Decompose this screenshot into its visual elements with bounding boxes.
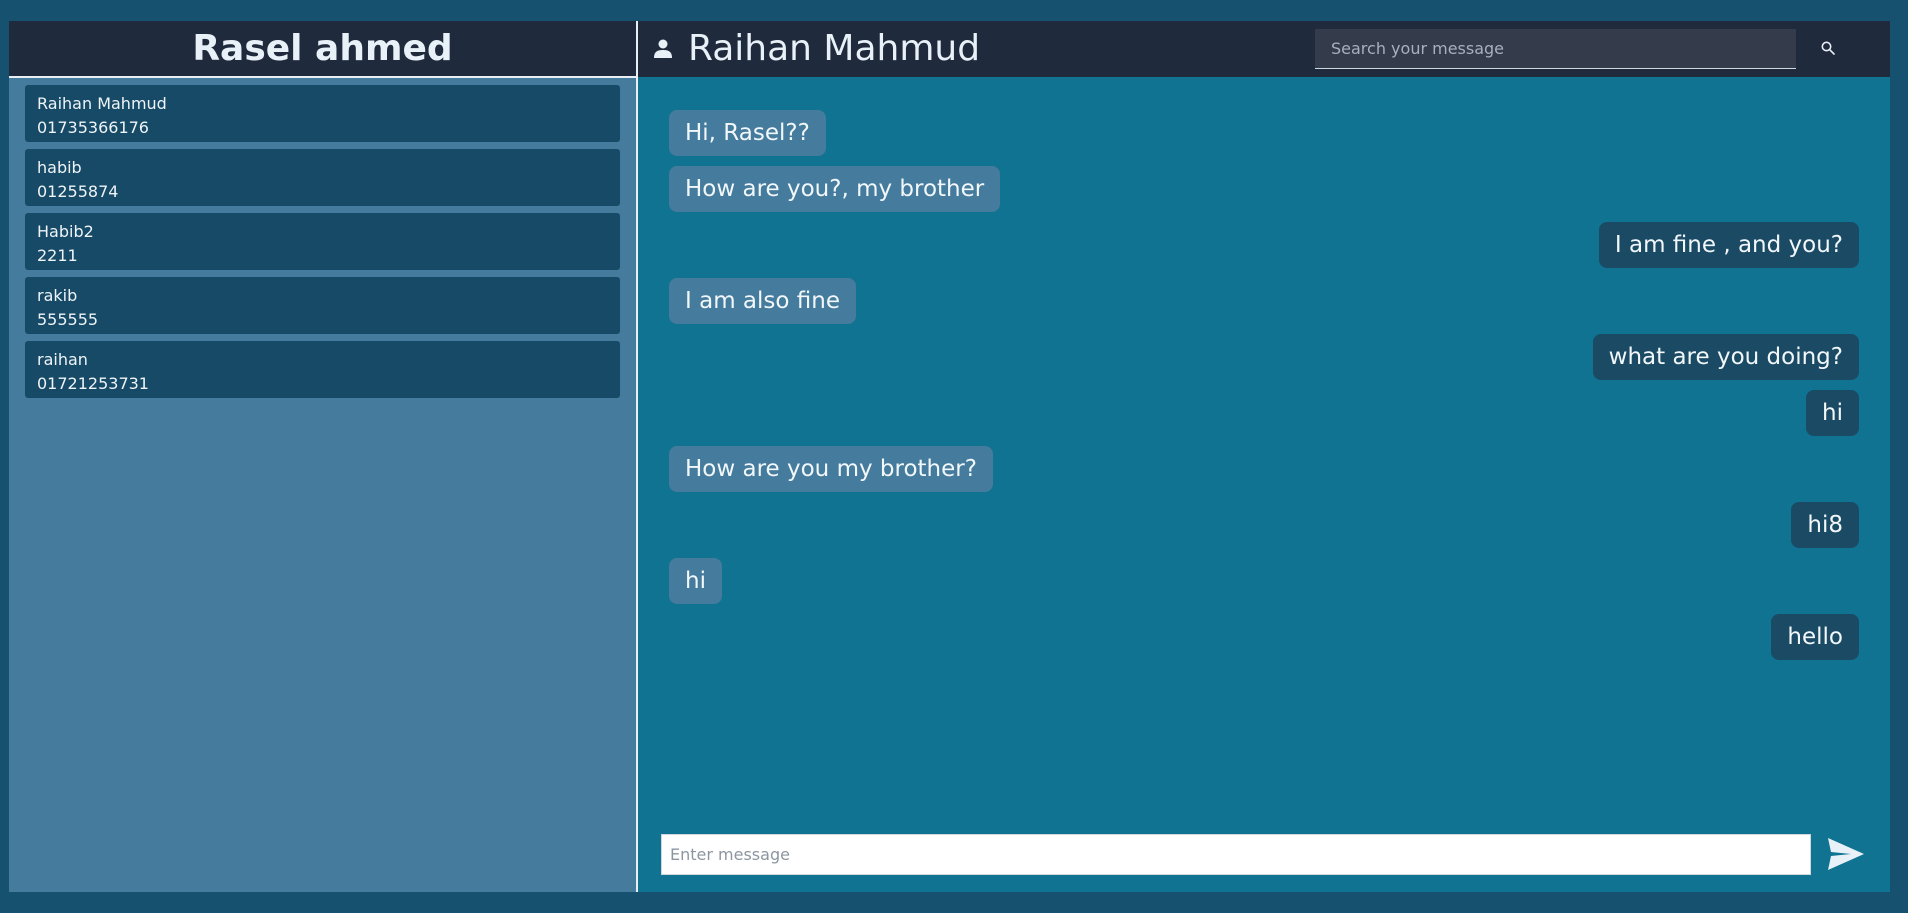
message-bubble-outgoing: I am fine , and you? [1598, 222, 1859, 268]
contact-item[interactable]: habib 01255874 [25, 149, 620, 206]
message-bubble-outgoing: hi [1806, 390, 1859, 436]
message-bubble-outgoing: hi8 [1791, 502, 1859, 548]
contact-phone: 555555 [37, 310, 99, 329]
message-bubble-incoming: How are you my brother? [669, 446, 993, 492]
message-composer [638, 834, 1890, 875]
current-user-name: Rasel ahmed [192, 28, 453, 69]
message-bubble-incoming: hi [669, 558, 722, 604]
message-bubble-incoming: How are you?, my brother [669, 166, 1001, 212]
search-icon [1821, 41, 1835, 55]
contact-name: habib [37, 158, 82, 177]
contact-item[interactable]: Raihan Mahmud 01735366176 [25, 85, 620, 142]
send-icon [1828, 838, 1864, 870]
contact-name: rakib [37, 286, 78, 305]
message-input[interactable] [661, 834, 1811, 875]
contact-name: Raihan Mahmud [37, 94, 167, 113]
message-bubble-incoming: Hi, Rasel?? [669, 110, 826, 156]
user-header: Rasel ahmed [9, 21, 636, 78]
chat-app: Rasel ahmed Raihan Mahmud 01735366176 ha… [9, 21, 1890, 892]
chat-contact-name: Raihan Mahmud [688, 28, 981, 69]
contact-item[interactable]: raihan 01721253731 [25, 341, 620, 398]
sidebar: Rasel ahmed Raihan Mahmud 01735366176 ha… [9, 21, 636, 892]
contact-phone: 01255874 [37, 182, 119, 201]
chat-header: Raihan Mahmud [638, 21, 1890, 77]
contact-item[interactable]: Habib2 2211 [25, 213, 620, 270]
chat-panel: Raihan Mahmud Hi, Rasel?? How are you?, … [638, 21, 1890, 892]
send-button[interactable] [1827, 836, 1865, 872]
contact-item[interactable]: rakib 555555 [25, 277, 620, 334]
contact-phone: 01735366176 [37, 118, 149, 137]
contact-name: Habib2 [37, 222, 94, 241]
contact-phone: 2211 [37, 246, 78, 265]
search-button[interactable] [1818, 39, 1838, 59]
message-bubble-incoming: I am also fine [669, 278, 856, 324]
contact-phone: 01721253731 [37, 374, 149, 393]
person-icon [654, 39, 672, 58]
message-list: Hi, Rasel?? How are you?, my brother I a… [638, 77, 1890, 821]
contact-name: raihan [37, 350, 88, 369]
message-bubble-outgoing: hello [1771, 614, 1859, 660]
contact-list: Raihan Mahmud 01735366176 habib 01255874… [9, 78, 636, 398]
message-bubble-outgoing: what are you doing? [1592, 334, 1859, 380]
search-input[interactable] [1315, 29, 1796, 69]
